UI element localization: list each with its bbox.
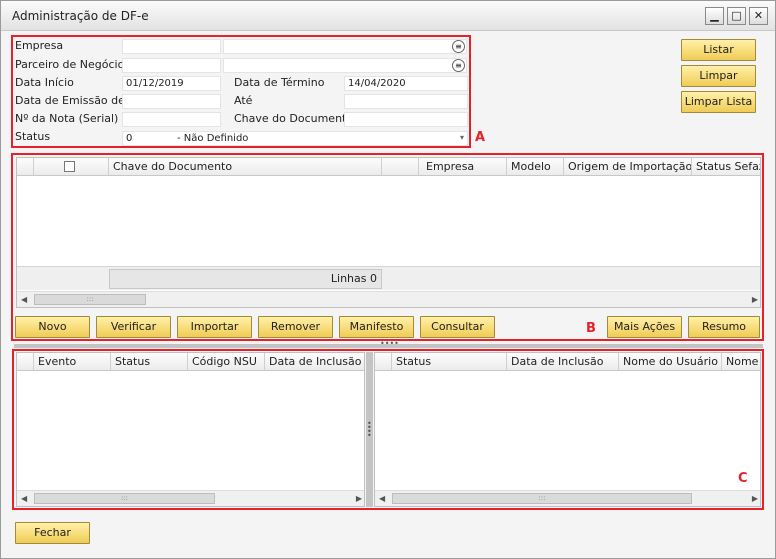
- horizontal-splitter[interactable]: ••••: [14, 339, 763, 348]
- section-a-highlight: [11, 35, 471, 148]
- section-c-marker: C: [738, 471, 748, 486]
- close-icon[interactable]: ✕: [749, 7, 768, 25]
- window-title: Administração de DF-e: [12, 9, 149, 23]
- dfe-admin-window: Administração de DF-e ▁ □ ✕ Empresa ≡ Pa…: [0, 0, 776, 559]
- title-bar[interactable]: Administração de DF-e ▁ □ ✕: [1, 1, 775, 31]
- listar-button[interactable]: Listar: [681, 39, 756, 61]
- limpar-lista-button[interactable]: Limpar Lista: [681, 91, 756, 113]
- section-b-highlight: [11, 153, 764, 341]
- section-a-marker: A: [475, 130, 486, 145]
- fechar-button[interactable]: Fechar: [15, 522, 90, 544]
- minimize-icon[interactable]: ▁: [705, 7, 724, 25]
- splitter-grip-icon[interactable]: ••••: [380, 339, 399, 348]
- section-c-highlight: [12, 349, 764, 510]
- maximize-icon[interactable]: □: [727, 7, 746, 25]
- section-b-marker: B: [586, 321, 596, 336]
- limpar-filtros-button[interactable]: Limpar Filtros: [681, 65, 756, 102]
